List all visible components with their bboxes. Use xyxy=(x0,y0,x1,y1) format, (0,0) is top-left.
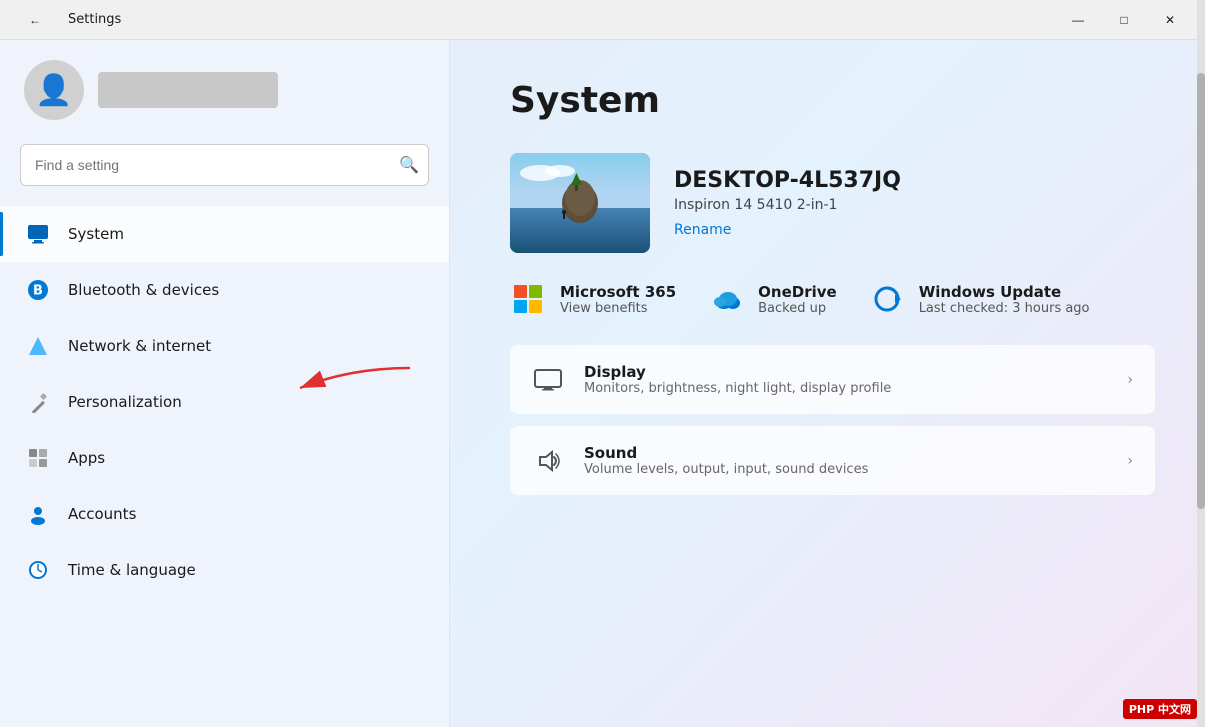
windows-update-sub: Last checked: 3 hours ago xyxy=(919,301,1090,316)
svg-text:B: B xyxy=(33,284,43,299)
display-desc: Monitors, brightness, night light, displ… xyxy=(584,381,1107,396)
search-input[interactable] xyxy=(20,144,429,186)
device-info: DESKTOP-4L537JQ Inspiron 14 5410 2-in-1 … xyxy=(674,168,1155,238)
onedrive-title: OneDrive xyxy=(758,283,837,301)
sidebar-item-network[interactable]: Network & internet xyxy=(0,318,449,374)
device-wallpaper xyxy=(510,153,650,253)
user-icon: 👤 xyxy=(35,73,72,108)
sidebar-item-label-bluetooth: Bluetooth & devices xyxy=(68,281,219,299)
titlebar-controls: — □ ✕ xyxy=(1055,4,1193,36)
system-icon xyxy=(24,220,52,248)
info-cards: Microsoft 365 View benefits OneDrive Bac… xyxy=(510,281,1155,317)
app-container: 👤 🔍 System xyxy=(0,40,1205,727)
titlebar-left: ← Settings xyxy=(12,4,121,36)
sidebar-item-personalization[interactable]: Personalization xyxy=(0,374,449,430)
sound-desc: Volume levels, output, input, sound devi… xyxy=(584,462,1107,477)
display-title: Display xyxy=(584,363,1107,381)
device-card: DESKTOP-4L537JQ Inspiron 14 5410 2-in-1 … xyxy=(510,153,1155,253)
accounts-icon xyxy=(24,500,52,528)
sidebar-item-bluetooth[interactable]: B Bluetooth & devices xyxy=(0,262,449,318)
sidebar-item-label-network: Network & internet xyxy=(68,337,211,355)
user-section: 👤 xyxy=(0,60,449,144)
settings-list: Display Monitors, brightness, night ligh… xyxy=(510,345,1155,495)
display-icon xyxy=(532,364,564,396)
onedrive-icon xyxy=(708,281,744,317)
windows-update-icon xyxy=(869,281,905,317)
main-content: System xyxy=(450,40,1205,727)
titlebar-title: Settings xyxy=(68,12,121,27)
bluetooth-icon: B xyxy=(24,276,52,304)
scrollbar-thumb[interactable] xyxy=(1197,73,1205,509)
nav-items: System B Bluetooth & devices Network xyxy=(0,206,449,727)
sidebar-item-label-accounts: Accounts xyxy=(68,505,136,523)
sidebar-item-label-personalization: Personalization xyxy=(68,393,182,411)
ms365-card[interactable]: Microsoft 365 View benefits xyxy=(510,281,676,317)
user-name-placeholder xyxy=(98,72,278,108)
page-title: System xyxy=(510,80,1155,121)
device-name: DESKTOP-4L537JQ xyxy=(674,168,1155,193)
search-icon-button[interactable]: 🔍 xyxy=(399,155,419,175)
ms365-icon xyxy=(510,281,546,317)
sound-icon xyxy=(532,445,564,477)
sidebar-item-apps[interactable]: Apps xyxy=(0,430,449,486)
sidebar-item-label-apps: Apps xyxy=(68,449,105,467)
avatar: 👤 xyxy=(24,60,84,120)
search-icon: 🔍 xyxy=(399,157,419,174)
titlebar: ← Settings — □ ✕ xyxy=(0,0,1205,40)
scrollbar-track[interactable] xyxy=(1197,40,1205,727)
personalization-icon xyxy=(24,388,52,416)
settings-item-display[interactable]: Display Monitors, brightness, night ligh… xyxy=(510,345,1155,414)
windows-update-title: Windows Update xyxy=(919,283,1090,301)
sound-title: Sound xyxy=(584,444,1107,462)
minimize-button[interactable]: — xyxy=(1055,4,1101,36)
sidebar: 👤 🔍 System xyxy=(0,40,450,727)
apps-icon xyxy=(24,444,52,472)
sidebar-item-label-system: System xyxy=(68,225,124,243)
sidebar-item-time[interactable]: Time & language xyxy=(0,542,449,598)
sound-chevron-icon: › xyxy=(1127,453,1133,469)
back-button[interactable]: ← xyxy=(12,4,58,36)
sidebar-item-system[interactable]: System xyxy=(0,206,449,262)
device-rename-link[interactable]: Rename xyxy=(674,222,731,238)
display-chevron-icon: › xyxy=(1127,372,1133,388)
device-model: Inspiron 14 5410 2-in-1 xyxy=(674,197,1155,213)
onedrive-sub: Backed up xyxy=(758,301,837,316)
sidebar-item-label-time: Time & language xyxy=(68,561,196,579)
php-badge: PHP 中文网 xyxy=(1123,699,1197,719)
ms365-sub: View benefits xyxy=(560,301,676,316)
time-icon xyxy=(24,556,52,584)
windows-update-card[interactable]: Windows Update Last checked: 3 hours ago xyxy=(869,281,1090,317)
onedrive-card[interactable]: OneDrive Backed up xyxy=(708,281,837,317)
close-button[interactable]: ✕ xyxy=(1147,4,1193,36)
search-box: 🔍 xyxy=(20,144,429,186)
settings-item-sound[interactable]: Sound Volume levels, output, input, soun… xyxy=(510,426,1155,495)
network-icon xyxy=(24,332,52,360)
maximize-button[interactable]: □ xyxy=(1101,4,1147,36)
device-image xyxy=(510,153,650,253)
sidebar-item-accounts[interactable]: Accounts xyxy=(0,486,449,542)
ms365-title: Microsoft 365 xyxy=(560,283,676,301)
